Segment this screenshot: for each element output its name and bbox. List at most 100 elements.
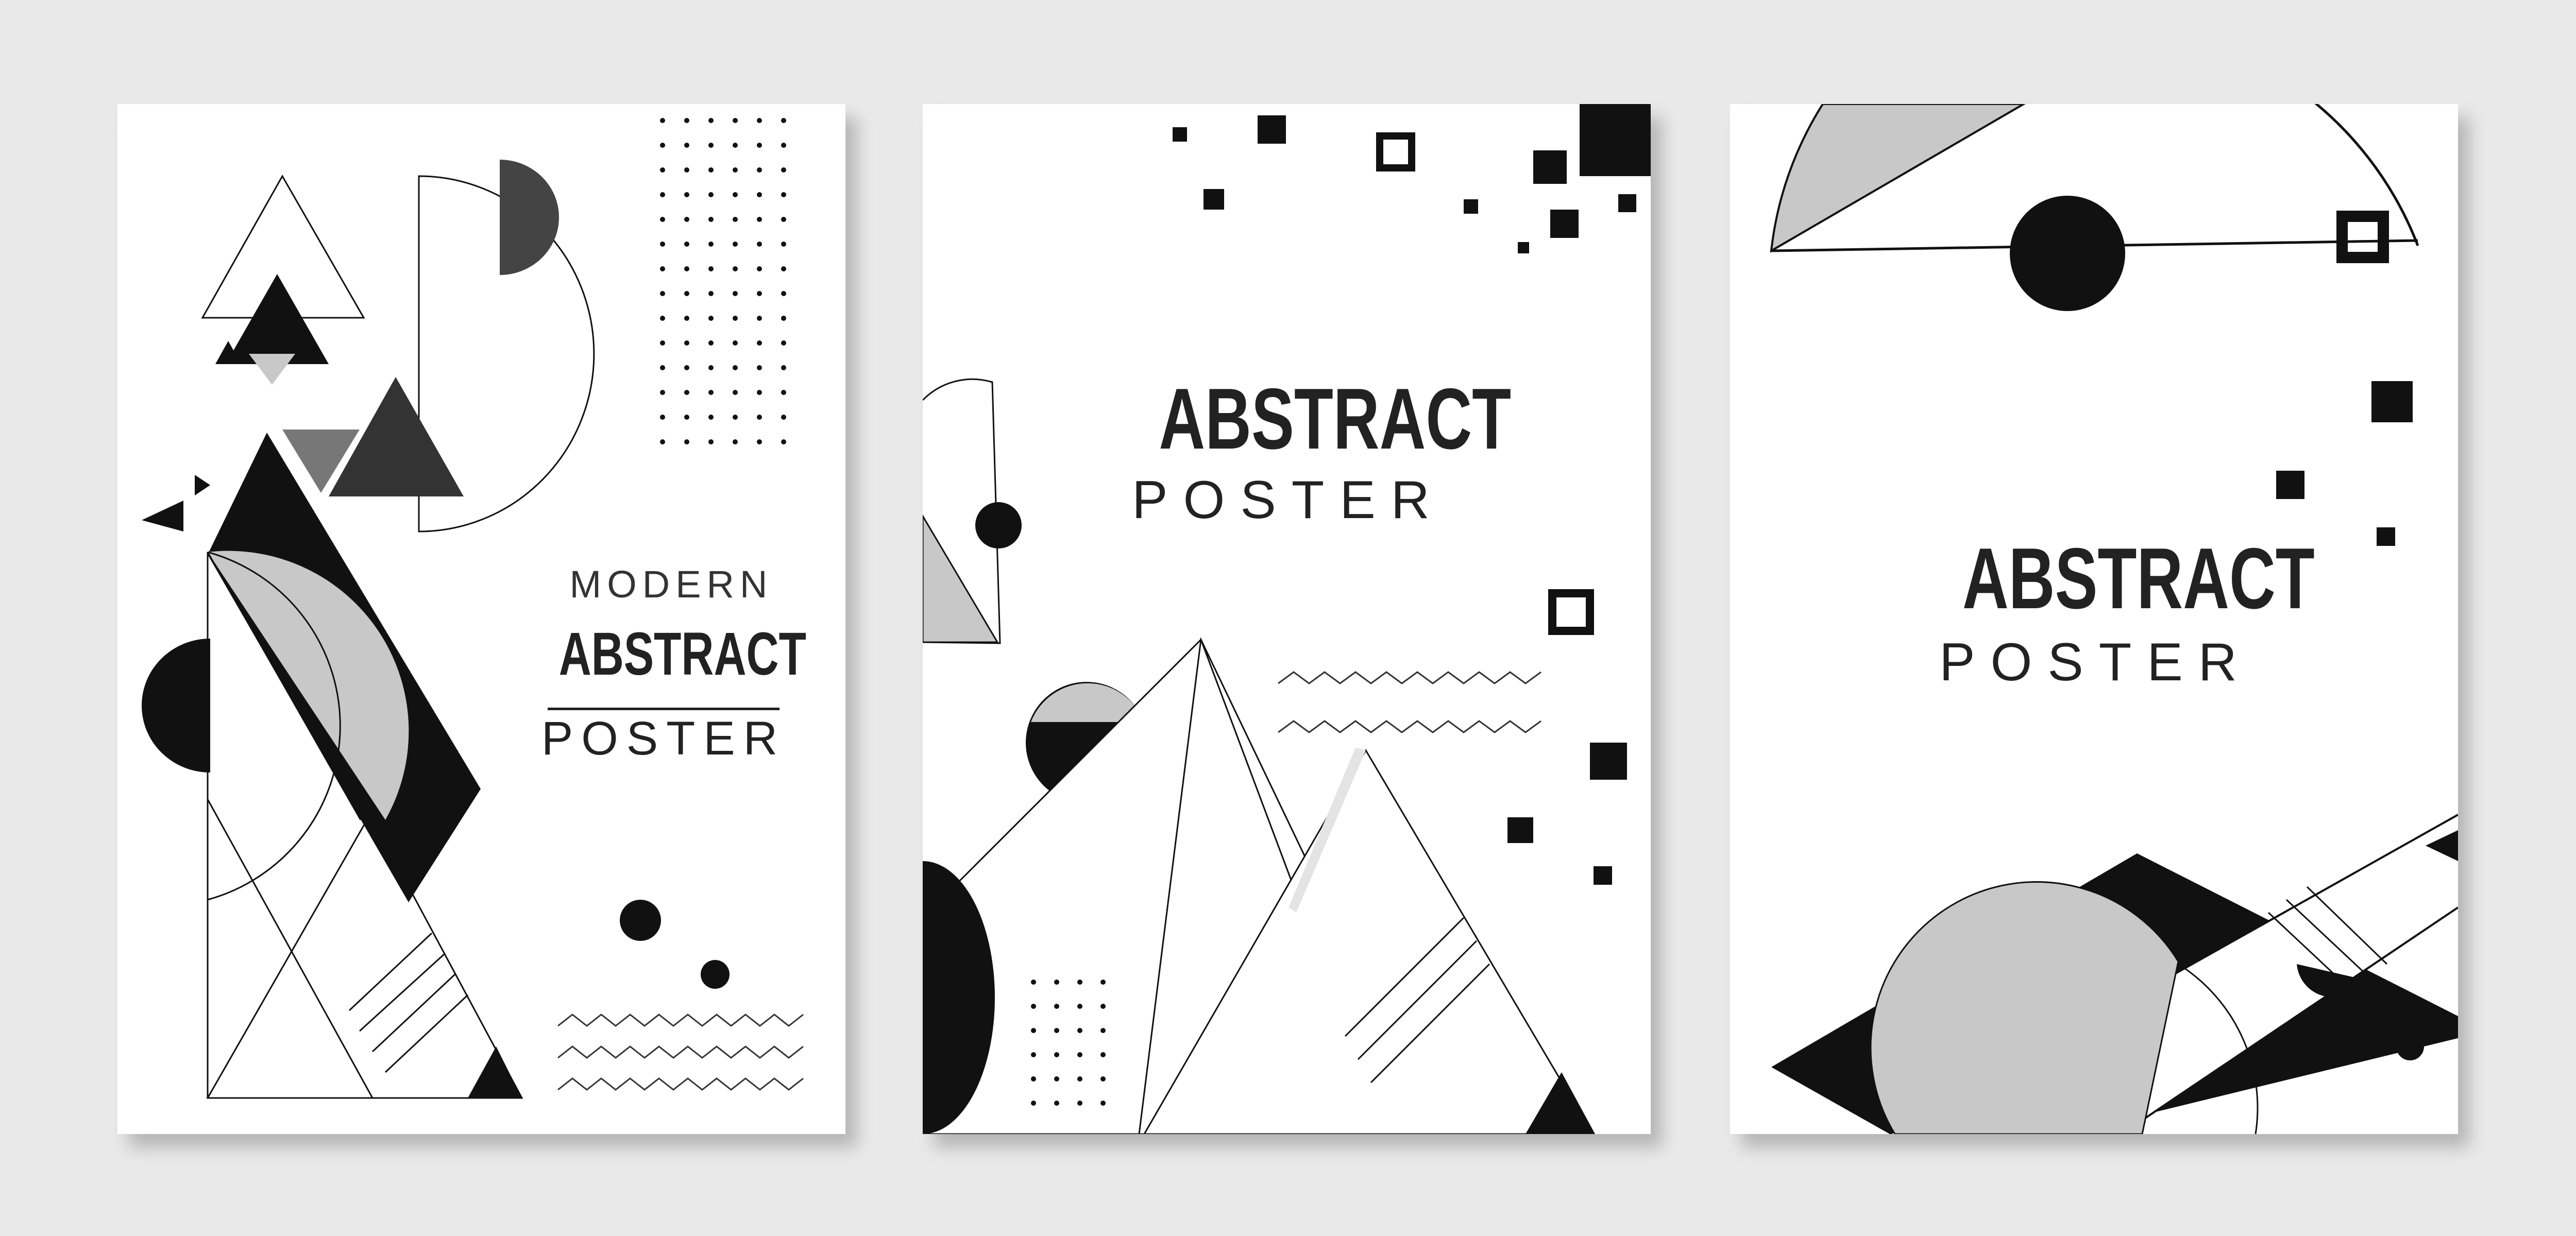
- grid-dot: [757, 316, 762, 321]
- grid-dot: [660, 390, 665, 395]
- square-cluster-top: [1173, 104, 1651, 253]
- grid-dot: [781, 242, 786, 247]
- poster-3-title-sub: POSTER: [1939, 632, 2252, 692]
- grid-dot: [1054, 1052, 1059, 1057]
- grid-dot: [757, 192, 762, 197]
- poster-modern-abstract: MODERN ABSTRACT POSTER: [117, 104, 845, 1134]
- grid-dot: [684, 192, 689, 197]
- outlined-square-mid: [1548, 589, 1594, 635]
- grid-dot: [733, 192, 738, 197]
- poster-1-title-top: MODERN: [569, 563, 773, 606]
- grid-dot: [1031, 1101, 1036, 1106]
- stripe-3: [371, 973, 456, 1053]
- grid-dot: [708, 365, 714, 370]
- gray-slice: [1770, 104, 2026, 253]
- poster-1-title-sub: POSTER: [541, 712, 786, 765]
- square-right-2: [1507, 817, 1533, 843]
- grid-dot: [781, 266, 786, 271]
- grid-dot: [781, 415, 786, 420]
- grid-dot: [708, 439, 714, 444]
- grid-dot: [733, 390, 738, 395]
- grid-dot: [757, 266, 762, 271]
- stripe-4: [384, 994, 469, 1073]
- grid-dot: [708, 316, 714, 321]
- grid-dot: [1077, 1052, 1082, 1057]
- grid-dot: [708, 340, 714, 346]
- grid-dot: [781, 291, 786, 296]
- gray-triangle-small: [249, 354, 295, 385]
- black-circle: [2010, 196, 2125, 311]
- poster-abstract-3: ABSTRACT POSTER: [1730, 104, 2458, 1134]
- grid-dot: [660, 340, 665, 346]
- grid-dot: [684, 143, 689, 148]
- grid-dot: [733, 340, 738, 346]
- grid-dot: [733, 316, 738, 321]
- grid-dot: [660, 439, 665, 444]
- grid-dot: [660, 217, 665, 222]
- poster-2-title-sub: POSTER: [1132, 470, 1445, 530]
- black-dot: [2396, 1033, 2424, 1060]
- grid-dot: [757, 242, 762, 247]
- grid-dot: [781, 316, 786, 321]
- grid-dot: [733, 291, 738, 296]
- grid-dot: [660, 118, 665, 123]
- grid-dot: [684, 167, 689, 173]
- grid-dot: [1077, 1004, 1082, 1009]
- grid-dot: [660, 242, 665, 247]
- poster-2-title-main: ABSTRACT: [1159, 370, 1512, 467]
- grid-dot: [684, 118, 689, 123]
- black-dot-small: [701, 960, 730, 989]
- poster-1-divider: [548, 708, 779, 710]
- grid-dot: [708, 415, 714, 420]
- dot-grid: [660, 118, 786, 444]
- grid-dot: [708, 291, 714, 296]
- grid-dot: [733, 415, 738, 420]
- grid-dot: [1077, 1028, 1082, 1033]
- black-corner-triangle: [468, 1046, 522, 1098]
- grid-dot: [1031, 1028, 1036, 1033]
- outlined-square: [2336, 211, 2389, 263]
- zigzag-lines: [557, 1014, 804, 1091]
- gray-half-circle: [1870, 881, 2179, 1134]
- grid-dot: [708, 143, 714, 148]
- grid-dot: [757, 291, 762, 296]
- poster-1-title-main: ABSTRACT: [558, 620, 806, 688]
- zigzag-lines: [1278, 671, 1541, 733]
- grid-dot: [781, 143, 786, 148]
- grid-dot: [660, 316, 665, 321]
- grid-dot: [1100, 1076, 1106, 1082]
- grid-dot: [1100, 980, 1106, 985]
- grid-dot: [684, 439, 689, 444]
- grid-dot: [684, 390, 689, 395]
- grid-dot: [684, 242, 689, 247]
- grid-dot: [1054, 1028, 1059, 1033]
- grid-dot: [757, 217, 762, 222]
- grid-dot: [733, 266, 738, 271]
- grid-dot: [1031, 1076, 1036, 1082]
- zigzag-line: [1278, 671, 1541, 684]
- grid-dot: [781, 217, 786, 222]
- bottom-outline-triangle-2: [206, 813, 523, 1099]
- grid-dot: [781, 167, 786, 173]
- grid-dot: [1031, 1004, 1036, 1009]
- grid-dot: [684, 316, 689, 321]
- grid-dot: [757, 390, 762, 395]
- grid-dot: [733, 167, 738, 173]
- black-dot: [975, 502, 1022, 548]
- black-half-disc: [142, 639, 210, 772]
- black-triangle: [226, 274, 329, 364]
- grid-dot: [1054, 1076, 1059, 1082]
- grid-dot: [1031, 1052, 1036, 1057]
- grid-dot: [708, 192, 714, 197]
- grid-dot: [733, 242, 738, 247]
- grid-dot: [733, 118, 738, 123]
- grid-dot: [781, 390, 786, 395]
- grid-dot: [781, 118, 786, 123]
- grid-dot: [733, 365, 738, 370]
- zigzag-line: [1278, 720, 1541, 733]
- grid-dot: [1100, 1101, 1106, 1106]
- grid-dot: [708, 217, 714, 222]
- grid-dot: [708, 242, 714, 247]
- grid-dot: [684, 340, 689, 346]
- black-dot-small: [2327, 1006, 2347, 1025]
